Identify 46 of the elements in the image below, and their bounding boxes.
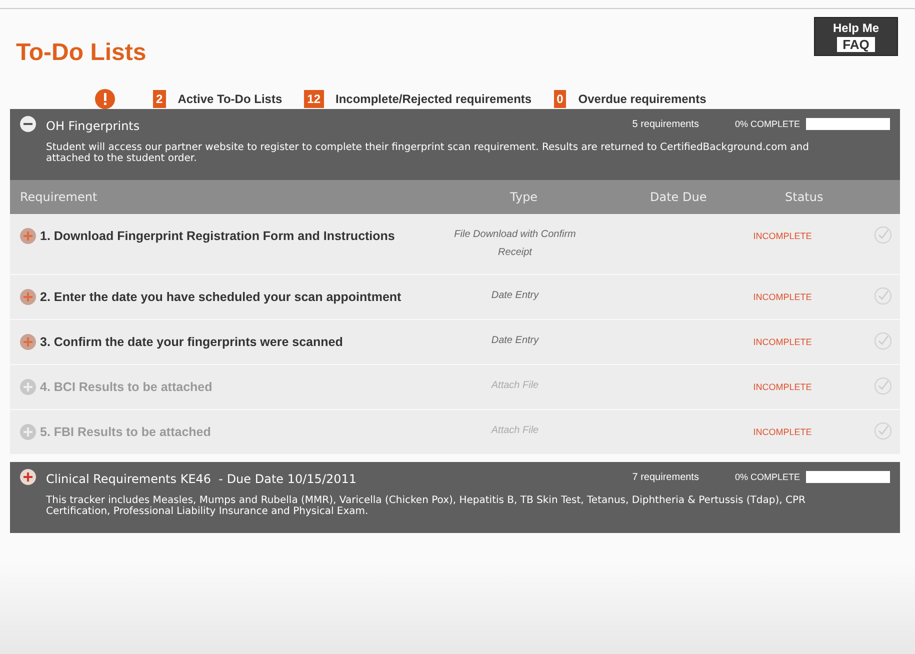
status-label: INCOMPLETE xyxy=(753,426,812,439)
minus-icon[interactable] xyxy=(20,116,36,132)
alert-icon xyxy=(95,89,115,109)
column-header: Requirement xyxy=(20,190,98,204)
requirement-name: 1. Download Fingerprint Registration Form and Instructions xyxy=(40,228,396,245)
list-description: Student will access our partner website to register to complete their fingerprint scan requirement. Results are returned to CertifiedBackground.com and attached to the student order. xyxy=(46,143,810,164)
stat-label: Overdue requirements xyxy=(578,92,706,106)
stat-label: Active To-Do Lists xyxy=(178,92,282,106)
plus-icon[interactable] xyxy=(20,228,36,244)
plus-icon[interactable] xyxy=(20,289,36,305)
stat-label: Incomplete/Rejected requirements xyxy=(336,92,532,106)
count-badge: 0 xyxy=(554,90,566,108)
requirement-count: 7 requirements xyxy=(632,472,699,482)
column-header: Type xyxy=(510,190,539,204)
list-title: OH Fingerprints xyxy=(46,119,141,133)
list-header[interactable] xyxy=(10,462,900,533)
checkmark-icon[interactable] xyxy=(874,226,892,244)
completion-label: 0% COMPLETE xyxy=(734,119,800,129)
list-title: Clinical Requirements KE46 - Due Date 10/15/2011 xyxy=(46,472,358,486)
plus-icon[interactable] xyxy=(20,469,36,485)
list-header[interactable] xyxy=(10,109,900,180)
requirement-name: 5. FBI Results to be attached xyxy=(40,424,212,441)
requirement-type: Attach File xyxy=(490,379,540,393)
status-label: INCOMPLETE xyxy=(753,381,812,394)
plus-icon[interactable] xyxy=(20,334,36,350)
requirement-count: 5 requirements xyxy=(632,118,699,130)
status-label: INCOMPLETE xyxy=(753,291,812,304)
page-title: To-Do Lists xyxy=(16,39,146,67)
count-badge: 12 xyxy=(304,90,324,108)
status-label: INCOMPLETE xyxy=(753,230,812,243)
checkmark-icon[interactable] xyxy=(874,287,892,305)
requirement-type: Attach File xyxy=(490,424,540,438)
checkmark-icon[interactable] xyxy=(874,332,892,350)
completion-label: 0% COMPLETE xyxy=(734,472,800,482)
column-header: Status xyxy=(784,190,824,204)
requirement-type: Date Entry xyxy=(490,289,540,303)
status-label: INCOMPLETE xyxy=(753,336,812,349)
requirement-name: 4. BCI Results to be attached xyxy=(40,379,214,396)
requirement-type: Date Entry xyxy=(490,334,540,348)
requirement-name: 3. Confirm the date your fingerprints were scanned xyxy=(40,334,344,351)
requirement-type: File Download with Confirm Receipt xyxy=(453,228,577,260)
help-faq-button[interactable]: Help Me FAQ xyxy=(814,17,898,56)
list-description: This tracker includes Measles, Mumps and Rubella (MMR), Varicella (Chicken Pox), Hepatitis B, TB Skin Test, Tetanus, Diphtheria & Pertussis (Tdap), CPR Certification, Professional Liability Insurance and Physical Exam. xyxy=(46,496,806,517)
requirement-name: 2. Enter the date you have scheduled your scan appointment xyxy=(40,289,402,306)
count-badge: 2 xyxy=(153,90,166,108)
column-header: Date Due xyxy=(650,190,708,204)
